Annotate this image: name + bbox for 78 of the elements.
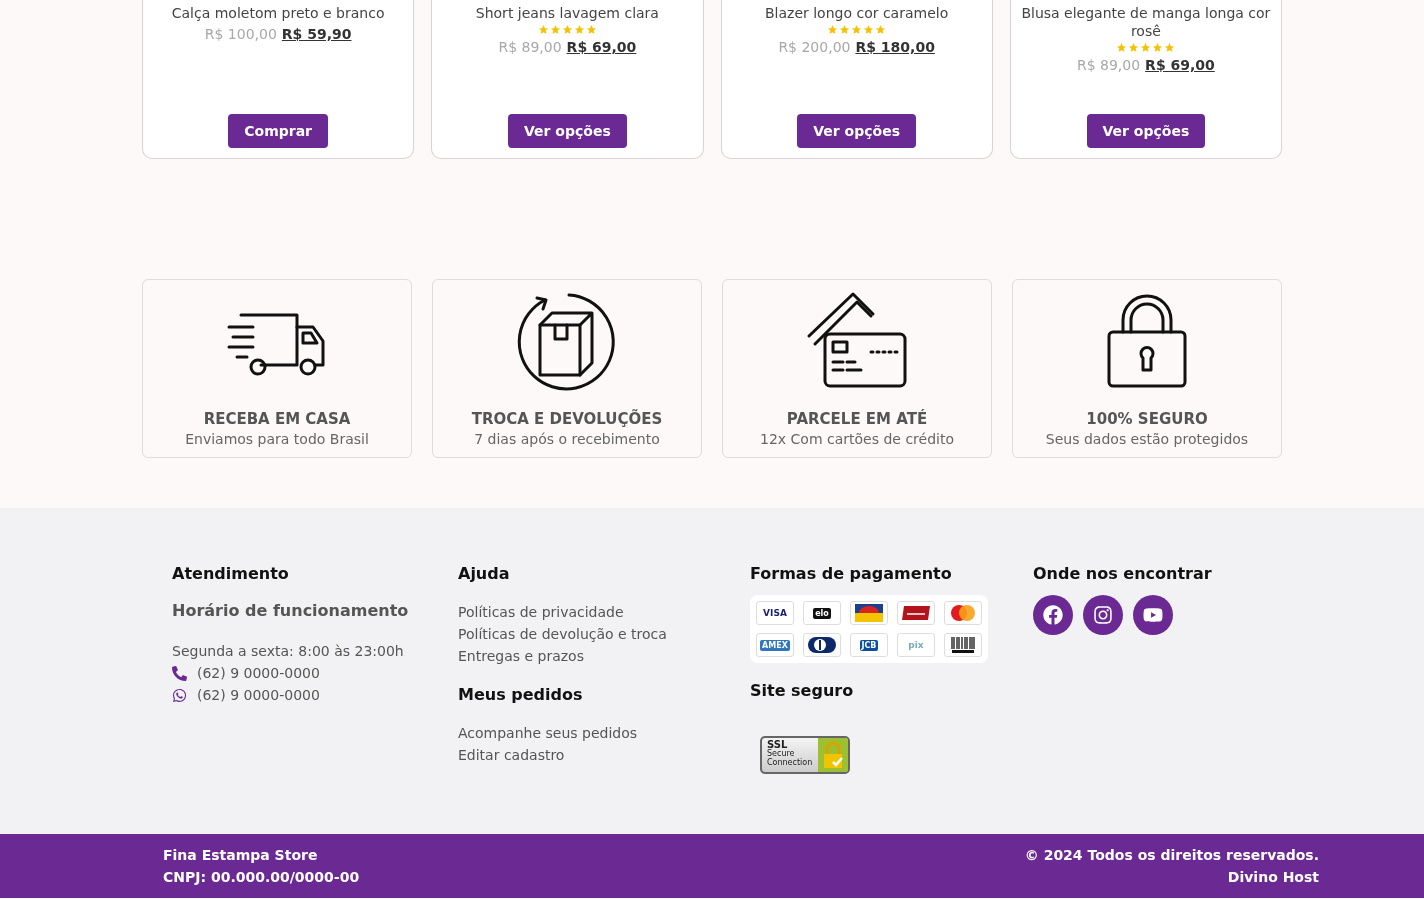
product-button[interactable]: Ver opções bbox=[1086, 114, 1206, 148]
sale-price: R$ 59,90 bbox=[281, 26, 352, 42]
footer-heading: Ajuda bbox=[458, 564, 510, 583]
old-price: R$ 200,00 bbox=[778, 39, 851, 55]
contact-phone: (62) 9 0000-0000 bbox=[197, 686, 320, 705]
footer-heading: Site seguro bbox=[750, 681, 854, 700]
product-button[interactable]: Ver opções bbox=[797, 114, 916, 148]
sale-price: R$ 69,00 bbox=[1145, 57, 1215, 73]
star-icon bbox=[1152, 42, 1164, 53]
payment-method-icon: elo bbox=[803, 601, 841, 625]
product-button[interactable]: Ver opções bbox=[508, 114, 627, 148]
star-icon bbox=[1116, 42, 1128, 53]
youtube-link[interactable] bbox=[1133, 595, 1173, 635]
star-icon bbox=[549, 24, 561, 35]
star-icon bbox=[537, 24, 549, 35]
feature-subtitle: Seus dados estão protegidos bbox=[1045, 431, 1249, 447]
star-icon bbox=[851, 24, 863, 35]
youtube-icon bbox=[1143, 605, 1163, 625]
feature-title: 100% SEGURO bbox=[1086, 410, 1208, 428]
feature-subtitle: 12x Com cartões de crédito bbox=[760, 431, 954, 447]
payment-method-icon: pix bbox=[897, 633, 935, 657]
payment-method-icon: JCB bbox=[850, 633, 888, 657]
sale-price: R$ 180,00 bbox=[855, 39, 935, 55]
star-icon bbox=[1128, 42, 1140, 53]
star-icon bbox=[1164, 42, 1176, 53]
copyright-text: Divino Host bbox=[1227, 868, 1319, 887]
payment-method-icon bbox=[944, 633, 982, 657]
phone-icon bbox=[172, 665, 187, 681]
sale-price: R$ 69,00 bbox=[566, 39, 637, 55]
hours-heading: Horário de funcionamento bbox=[172, 601, 409, 620]
star-icon bbox=[585, 24, 597, 35]
feature-subtitle: 7 dias após o recebimento bbox=[474, 431, 660, 447]
payment-method-icon bbox=[897, 601, 935, 625]
footer-heading: Atendimento bbox=[172, 564, 289, 583]
star-icon bbox=[827, 24, 839, 35]
old-price: R$ 100,00 bbox=[204, 26, 277, 42]
instagram-link[interactable] bbox=[1083, 595, 1123, 635]
star-icon bbox=[875, 24, 887, 35]
star-icon bbox=[561, 24, 573, 35]
old-price: R$ 89,00 bbox=[498, 39, 562, 55]
payment-method-icon bbox=[944, 601, 982, 625]
footer-heading: Formas de pagamento bbox=[750, 564, 952, 583]
footer-heading: Meus pedidos bbox=[458, 685, 583, 704]
contact-phone: (62) 9 0000-0000 bbox=[197, 664, 320, 683]
old-price: R$ 89,00 bbox=[1076, 57, 1141, 73]
footer-link[interactable]: Entregas e prazos bbox=[458, 645, 584, 667]
footer-heading: Onde nos encontrar bbox=[1033, 564, 1212, 583]
footer-link[interactable]: Políticas de devolução e troca bbox=[458, 623, 667, 645]
footer-link[interactable]: Editar cadastro bbox=[458, 744, 565, 766]
product-name[interactable]: Short jeans lavagem clara bbox=[475, 4, 659, 22]
product-name[interactable]: Blazer longo cor caramelo bbox=[765, 4, 949, 22]
footer-link[interactable]: Políticas de privacidade bbox=[458, 601, 624, 623]
store-info: CNPJ: 00.000.00/0000-00 bbox=[163, 868, 360, 887]
payment-method-icon bbox=[850, 601, 888, 625]
whatsapp-icon bbox=[172, 687, 187, 703]
payment-method-icon bbox=[803, 633, 841, 657]
star-icon bbox=[839, 24, 851, 35]
facebook-link[interactable] bbox=[1033, 595, 1073, 635]
copyright-text: © 2024 Todos os direitos reservados. bbox=[1024, 846, 1319, 865]
feature-title: PARCELE EM ATÉ bbox=[786, 410, 928, 428]
hours-text: Segunda a sexta: 8:00 às 23:00h bbox=[172, 642, 404, 661]
payment-method-icon: VISA bbox=[756, 601, 794, 625]
instagram-icon bbox=[1093, 605, 1113, 625]
product-name[interactable]: Calça moletom preto e branco bbox=[171, 4, 385, 22]
product-name[interactable]: Blusa elegante de manga longa cor rosê bbox=[1020, 4, 1271, 40]
feature-title: RECEBA EM CASA bbox=[203, 410, 351, 428]
star-icon bbox=[1140, 42, 1152, 53]
star-icon bbox=[863, 24, 875, 35]
star-icon bbox=[573, 24, 585, 35]
facebook-icon bbox=[1043, 605, 1063, 625]
footer-link[interactable]: Acompanhe seus pedidos bbox=[458, 722, 638, 744]
padlock-icon bbox=[1105, 294, 1189, 390]
payment-method-icon: AMEX bbox=[756, 633, 794, 657]
feature-title: TROCA E DEVOLUÇÕES bbox=[471, 410, 663, 428]
feature-subtitle: Enviamos para todo Brasil bbox=[185, 431, 369, 447]
store-info: Fina Estampa Store bbox=[163, 846, 318, 865]
ssl-badge: SSL Secure Connection bbox=[760, 736, 850, 774]
product-button[interactable]: Comprar bbox=[228, 114, 328, 148]
